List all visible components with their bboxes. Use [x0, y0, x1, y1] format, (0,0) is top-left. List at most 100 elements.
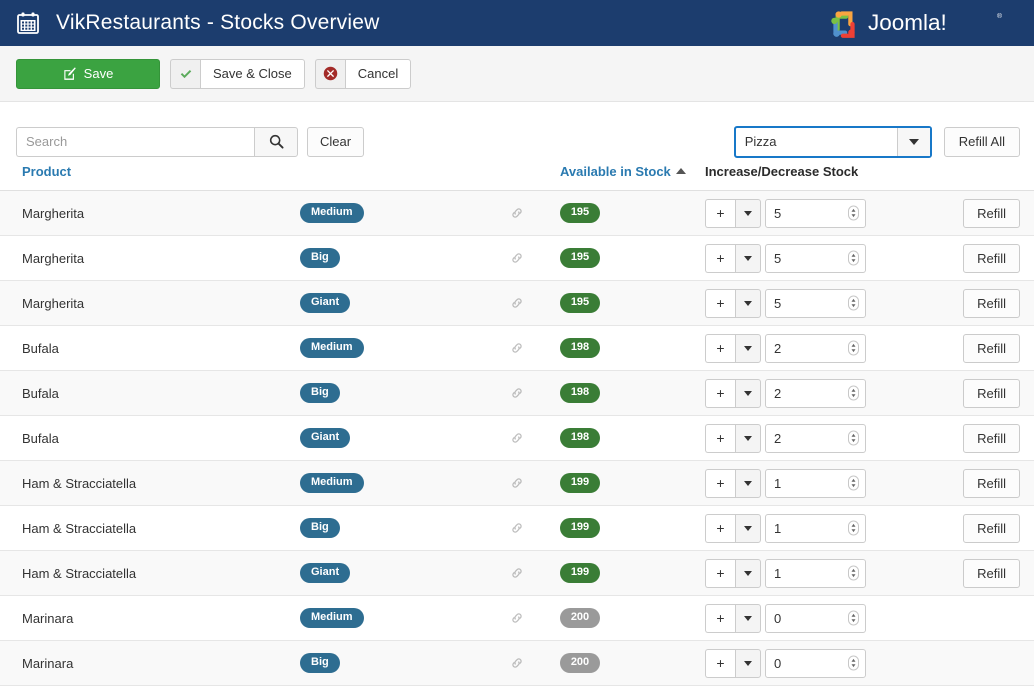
- refill-button[interactable]: Refill: [963, 378, 1020, 408]
- th-product-link[interactable]: Product: [22, 164, 71, 179]
- operator-dropdown-icon[interactable]: [735, 558, 761, 588]
- operator-plus-button[interactable]: +: [705, 558, 735, 588]
- sort-asc-icon[interactable]: [675, 168, 686, 174]
- operator-group[interactable]: +: [705, 603, 761, 633]
- clear-button[interactable]: Clear: [307, 126, 365, 157]
- chain-link-icon[interactable]: [510, 251, 524, 265]
- stock-badge: 198: [560, 428, 600, 448]
- chain-link-icon[interactable]: [510, 611, 524, 625]
- operator-group[interactable]: +: [705, 288, 761, 318]
- chain-link-icon[interactable]: [510, 521, 524, 535]
- operator-group[interactable]: +: [705, 378, 761, 408]
- operator-plus-button[interactable]: +: [705, 243, 735, 273]
- stocks-table: Product Available in Stock Increase/Decr…: [0, 164, 1034, 686]
- refill-button[interactable]: Refill: [963, 468, 1020, 498]
- operator-plus-button[interactable]: +: [705, 603, 735, 633]
- operator-plus-button[interactable]: +: [705, 198, 735, 228]
- operator-plus-button[interactable]: +: [705, 288, 735, 318]
- amount-input-wrap: [765, 198, 866, 228]
- refill-button[interactable]: Refill: [963, 423, 1020, 453]
- chain-link-icon[interactable]: [510, 206, 524, 220]
- joomla-wordmark: Joomla! ®: [868, 10, 1002, 35]
- cell-increase-decrease: +: [705, 190, 935, 236]
- category-select[interactable]: Pizza: [733, 125, 932, 158]
- operator-plus-button[interactable]: +: [705, 333, 735, 363]
- operator-dropdown-icon[interactable]: [735, 198, 761, 228]
- refill-button[interactable]: Refill: [963, 288, 1020, 318]
- cancel-label: Cancel: [344, 58, 412, 89]
- operator-dropdown-icon[interactable]: [735, 288, 761, 318]
- operator-group[interactable]: +: [705, 243, 761, 273]
- search-button[interactable]: [254, 126, 298, 157]
- operator-dropdown-icon[interactable]: [735, 513, 761, 543]
- operator-plus-button[interactable]: +: [705, 468, 735, 498]
- cell-link: [510, 505, 560, 551]
- cell-available-stock: 198: [560, 325, 705, 371]
- cell-link: [510, 280, 560, 326]
- chain-link-icon[interactable]: [510, 656, 524, 670]
- cell-link: [510, 235, 560, 281]
- chevron-down-icon[interactable]: [897, 127, 930, 156]
- amount-input[interactable]: [765, 378, 866, 408]
- operator-dropdown-icon[interactable]: [735, 603, 761, 633]
- amount-input[interactable]: [765, 468, 866, 498]
- amount-input[interactable]: [765, 243, 866, 273]
- chain-link-icon[interactable]: [510, 566, 524, 580]
- chain-link-icon[interactable]: [510, 431, 524, 445]
- operator-group[interactable]: +: [705, 513, 761, 543]
- cell-action: [935, 595, 1034, 641]
- amount-input[interactable]: [765, 333, 866, 363]
- table-row: Ham & StracciatellaBig 199 + Refill: [0, 505, 1034, 551]
- amount-input[interactable]: [765, 513, 866, 543]
- amount-input[interactable]: [765, 558, 866, 588]
- refill-button[interactable]: Refill: [963, 198, 1020, 228]
- cell-increase-decrease: +: [705, 640, 935, 686]
- operator-dropdown-icon[interactable]: [735, 423, 761, 453]
- amount-input[interactable]: [765, 198, 866, 228]
- stock-stepper: +: [705, 648, 866, 678]
- operator-plus-button[interactable]: +: [705, 513, 735, 543]
- svg-text:®: ®: [997, 12, 1002, 20]
- refill-button[interactable]: Refill: [963, 333, 1020, 363]
- save-close-button[interactable]: Save & Close: [170, 58, 305, 89]
- operator-group[interactable]: +: [705, 558, 761, 588]
- save-button[interactable]: Save: [16, 58, 160, 89]
- refill-button[interactable]: Refill: [963, 558, 1020, 588]
- operator-group[interactable]: +: [705, 423, 761, 453]
- operator-group[interactable]: +: [705, 198, 761, 228]
- operator-dropdown-icon[interactable]: [735, 378, 761, 408]
- chain-link-icon[interactable]: [510, 341, 524, 355]
- refill-button[interactable]: Refill: [963, 513, 1020, 543]
- operator-dropdown-icon[interactable]: [735, 333, 761, 363]
- operator-dropdown-icon[interactable]: [735, 648, 761, 678]
- cancel-button[interactable]: Cancel: [314, 58, 412, 89]
- cell-increase-decrease: +: [705, 370, 935, 416]
- operator-dropdown-icon[interactable]: [735, 243, 761, 273]
- stock-stepper: +: [705, 243, 866, 273]
- operator-plus-button[interactable]: +: [705, 378, 735, 408]
- operator-plus-button[interactable]: +: [705, 648, 735, 678]
- operator-plus-button[interactable]: +: [705, 423, 735, 453]
- cell-variant: Giant: [300, 550, 510, 596]
- operator-group[interactable]: +: [705, 468, 761, 498]
- cell-available-stock: 198: [560, 415, 705, 461]
- variant-badge: Medium: [300, 473, 364, 493]
- amount-input[interactable]: [765, 288, 866, 318]
- amount-input[interactable]: [765, 423, 866, 453]
- cell-increase-decrease: +: [705, 325, 935, 371]
- amount-input-wrap: [765, 513, 866, 543]
- chain-link-icon[interactable]: [510, 476, 524, 490]
- stocks-table-head: Product Available in Stock Increase/Decr…: [0, 164, 1034, 191]
- refill-all-button[interactable]: Refill All: [943, 126, 1020, 157]
- refill-button[interactable]: Refill: [963, 243, 1020, 273]
- operator-group[interactable]: +: [705, 333, 761, 363]
- chain-link-icon[interactable]: [510, 386, 524, 400]
- search-input[interactable]: [16, 126, 254, 157]
- table-row: MargheritaGiant 195 + Refill: [0, 280, 1034, 326]
- operator-group[interactable]: +: [705, 648, 761, 678]
- amount-input[interactable]: [765, 603, 866, 633]
- amount-input[interactable]: [765, 648, 866, 678]
- chain-link-icon[interactable]: [510, 296, 524, 310]
- operator-dropdown-icon[interactable]: [735, 468, 761, 498]
- th-available-stock-link[interactable]: Available in Stock: [560, 164, 671, 179]
